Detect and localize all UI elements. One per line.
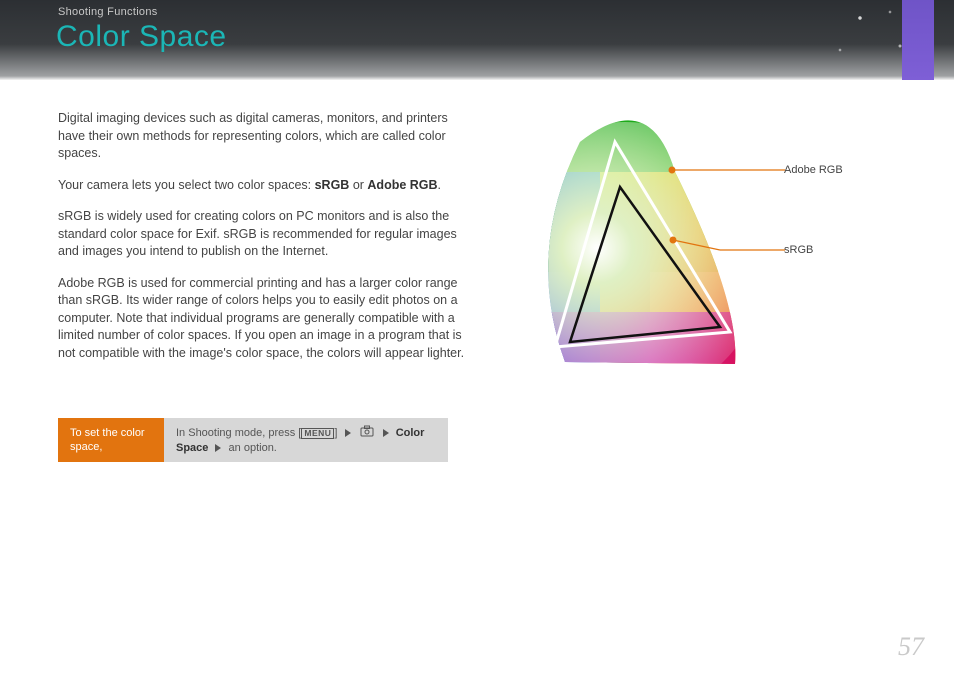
paragraph-1: Digital imaging devices such as digital … <box>58 110 478 163</box>
paragraph-4: Adobe RGB is used for commercial printin… <box>58 275 478 363</box>
label-srgb: sRGB <box>784 244 813 256</box>
paragraph-3: sRGB is widely used for creating colors … <box>58 208 478 261</box>
page-title: Color Space <box>56 20 227 54</box>
breadcrumb: Shooting Functions <box>58 6 158 18</box>
instruction-steps: In Shooting mode, press [MENU] Color Spa… <box>164 418 448 462</box>
instr-text-c: an option. <box>229 442 277 454</box>
body-text: Digital imaging devices such as digital … <box>58 110 478 376</box>
page-number: 57 <box>898 632 924 662</box>
arrow-right-icon <box>345 429 351 437</box>
color-space-diagram <box>510 112 790 397</box>
instr-text-a: In Shooting mode, press [ <box>176 427 301 439</box>
label-adobe-rgb: Adobe RGB <box>784 164 843 176</box>
paragraph-2: Your camera lets you select two color sp… <box>58 177 478 195</box>
p2-text-a: Your camera lets you select two color sp… <box>58 178 315 192</box>
p2-srgb: sRGB <box>315 178 350 192</box>
side-tab <box>902 0 934 80</box>
menu-button-icon: MENU <box>301 428 334 439</box>
arrow-right-icon <box>383 429 389 437</box>
instruction-label: To set the color space, <box>58 418 164 462</box>
p2-adobe: Adobe RGB <box>367 178 437 192</box>
page-header: Shooting Functions Color Space <box>0 0 954 80</box>
instruction-box: To set the color space, In Shooting mode… <box>58 418 448 462</box>
p2-text-e: . <box>438 178 441 192</box>
arrow-right-icon <box>215 444 221 452</box>
camera-icon <box>360 425 374 441</box>
p2-text-c: or <box>349 178 367 192</box>
instr-text-b: ] <box>334 427 340 439</box>
